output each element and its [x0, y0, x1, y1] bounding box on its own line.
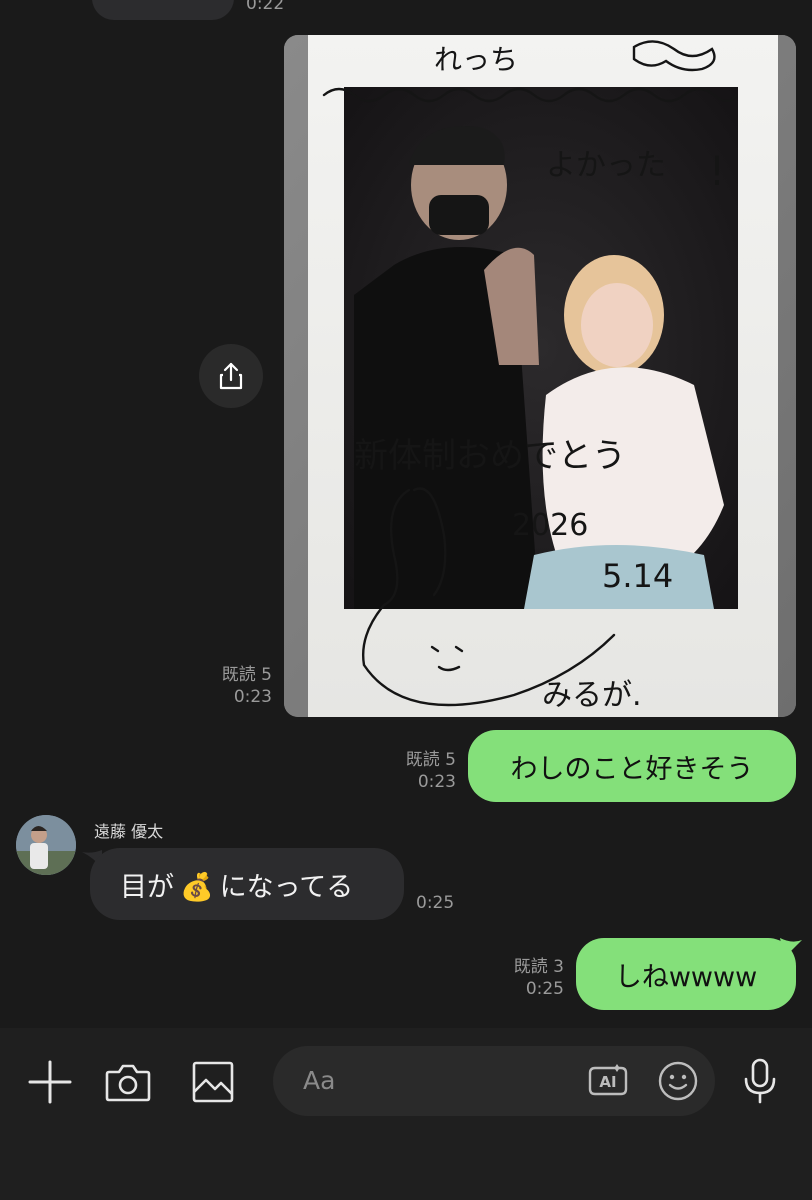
message-time: 0:25 — [525, 979, 564, 999]
message-meta: 既読 5 0:23 — [406, 749, 456, 793]
share-button[interactable] — [199, 344, 263, 408]
message-time: 0:25 — [416, 893, 455, 913]
read-receipt: 既読 5 — [221, 665, 272, 685]
received-message-bubble[interactable]: 目が 💰 になってる — [90, 848, 404, 920]
share-icon — [219, 362, 243, 390]
emoji-icon — [658, 1061, 698, 1101]
svg-text:みるが.: みるが. — [542, 678, 642, 713]
svg-text:2026: 2026 — [512, 508, 588, 543]
message-input-placeholder: Aa — [303, 1066, 336, 1095]
microphone-icon — [744, 1058, 776, 1104]
svg-text:よかった: よかった — [546, 148, 666, 183]
add-button[interactable] — [26, 1058, 74, 1106]
avatar[interactable] — [16, 815, 76, 875]
read-receipt: 既読 5 — [405, 750, 456, 770]
emoji-button[interactable] — [656, 1059, 700, 1103]
avatar-image — [16, 815, 76, 875]
photo-message-meta: 既読 5 0:23 — [222, 664, 272, 708]
sent-message-bubble[interactable]: わしのこと好きそう — [468, 730, 796, 802]
photo-message[interactable]: れっち よかった ! 新体制おめでとう 2026 5.14 みるが. — [284, 35, 796, 717]
camera-icon — [105, 1064, 151, 1102]
instax-photo-image: れっち よかった ! 新体制おめでとう 2026 5.14 みるが. — [284, 35, 796, 717]
ai-button[interactable]: AI — [586, 1060, 630, 1102]
money-bag-emoji: 💰 — [180, 871, 214, 903]
message-text: しねwwww — [614, 961, 758, 993]
message-text: わしのこと好きそう — [510, 753, 754, 785]
read-receipt: 既読 3 — [513, 957, 564, 977]
camera-button[interactable] — [104, 1058, 152, 1106]
message-time: 0:23 — [233, 687, 272, 707]
plus-icon — [28, 1060, 72, 1104]
image-icon — [192, 1061, 234, 1103]
message-time: 0:23 — [417, 772, 456, 792]
previous-message-bubble[interactable] — [92, 0, 234, 20]
message-text-start: 目が — [120, 871, 174, 903]
sent-message-bubble[interactable]: しねwwww — [576, 938, 796, 1010]
message-text-end: になってる — [219, 871, 354, 903]
image-button[interactable] — [189, 1058, 237, 1106]
svg-text:れっち: れっち — [434, 43, 518, 76]
svg-text:新体制おめでとう: 新体制おめでとう — [354, 436, 626, 476]
svg-text:!: ! — [709, 149, 725, 195]
voice-button[interactable] — [740, 1056, 780, 1106]
sender-name: 遠藤 優太 — [94, 822, 164, 841]
previous-message-time: 0:22 — [246, 0, 285, 14]
svg-text:5.14: 5.14 — [602, 557, 673, 595]
ai-label: AI — [599, 1073, 617, 1091]
message-meta: 既読 3 0:25 — [514, 956, 564, 1000]
message-input[interactable] — [273, 1046, 715, 1116]
